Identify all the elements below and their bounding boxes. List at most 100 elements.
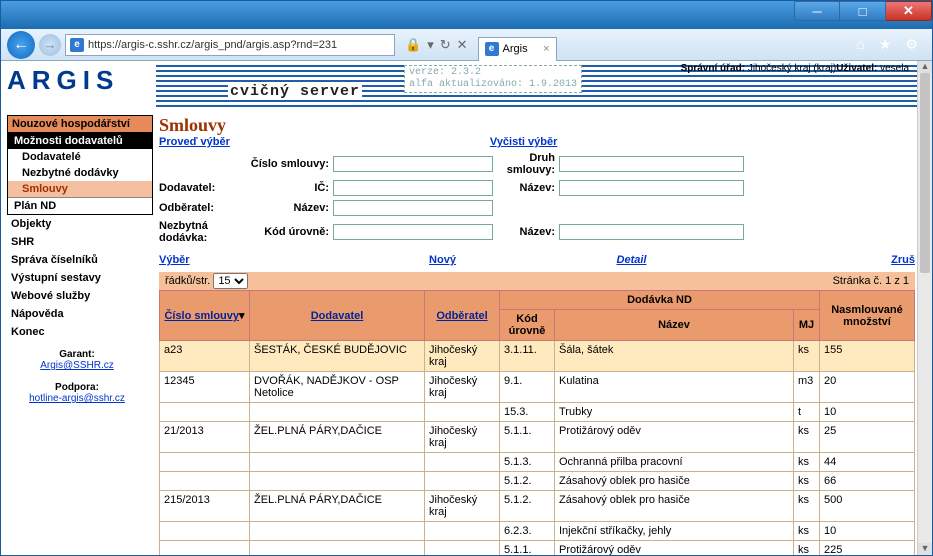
input-kod-urovne[interactable]	[333, 224, 493, 240]
th-cislo-smlouvy[interactable]: Číslo smlouvy	[164, 310, 239, 322]
input-druh-smlouvy[interactable]	[559, 156, 744, 172]
table-cell: 10	[820, 522, 915, 541]
input-dodavatel-ic[interactable]	[333, 180, 493, 196]
table-cell: Jihočeský kraj	[425, 372, 500, 403]
table-cell	[160, 453, 250, 472]
browser-tab[interactable]: e Argis ×	[478, 37, 557, 61]
address-bar[interactable]: e https://argis-c.sshr.cz/argis_pnd/argi…	[65, 34, 395, 56]
pager-bar: řádků/str. 15 Stránka č. 1 z 1	[159, 272, 915, 290]
th-dodavatel[interactable]: Dodavatel	[311, 310, 364, 322]
table-cell	[250, 522, 425, 541]
sidebar-nav: Nouzové hospodářství Možnosti dodavatelů…	[7, 115, 153, 215]
th-dodavka-nd: Dodávka ND	[500, 291, 820, 310]
link-vycisti-vyber[interactable]: Vyčisti výběr	[490, 136, 557, 148]
input-odberatel-nazev[interactable]	[333, 200, 493, 216]
sidebar-item-dodavatele[interactable]: Dodavatelé	[8, 149, 152, 165]
lock-icon: 🔒	[405, 37, 421, 53]
table-cell: Jihočeský kraj	[425, 341, 500, 372]
label-dodavatel: Dodavatel:	[159, 182, 239, 194]
home-icon[interactable]: ⌂	[856, 36, 864, 53]
table-cell	[425, 541, 500, 556]
sidebar-item-vystupni[interactable]: Výstupní sestavy	[7, 269, 153, 287]
table-cell: Zásahový oblek pro hasiče	[555, 472, 794, 491]
table-row[interactable]: 6.2.3.Injekční stříkačky, jehlyks10	[160, 522, 915, 541]
table-row[interactable]: 5.1.3.Ochranná přilba pracovníks44	[160, 453, 915, 472]
action-novy[interactable]: Nový	[348, 254, 537, 266]
window-minimize-button[interactable]: ─	[794, 1, 840, 21]
sidebar-item-napoveda[interactable]: Nápověda	[7, 305, 153, 323]
table-row[interactable]: 12345DVOŘÁK, NADĚJKOV - OSP NetoliceJiho…	[160, 372, 915, 403]
window-close-button[interactable]: ✕	[886, 1, 932, 21]
table-cell: Protižárový oděv	[555, 422, 794, 453]
scroll-thumb[interactable]	[920, 73, 930, 273]
scroll-up-arrow[interactable]: ▲	[918, 61, 932, 73]
th-odberatel[interactable]: Odběratel	[436, 310, 487, 322]
input-cislo-smlouvy[interactable]	[333, 156, 493, 172]
table-cell: m3	[794, 372, 820, 403]
sidebar-item-objekty[interactable]: Objekty	[7, 215, 153, 233]
window-maximize-button[interactable]: □	[840, 1, 886, 21]
table-cell: ks	[794, 453, 820, 472]
server-label: cvičný server	[228, 83, 362, 100]
sidebar-item-shr[interactable]: SHR	[7, 233, 153, 251]
table-row[interactable]: 21/2013ŽEL.PLNÁ PÁRY,DAČICEJihočeský kra…	[160, 422, 915, 453]
dropdown-icon[interactable]: ▾	[427, 37, 434, 53]
sidebar-group-moznosti[interactable]: Možnosti dodavatelů	[8, 133, 152, 149]
input-nezbytna-nazev[interactable]	[559, 224, 744, 240]
refresh-icon[interactable]: ↻	[440, 37, 451, 53]
label-odberatel-nazev: Název:	[239, 202, 333, 214]
scroll-down-arrow[interactable]: ▼	[918, 543, 932, 555]
table-cell: t	[794, 403, 820, 422]
table-cell	[160, 403, 250, 422]
table-row[interactable]: 215/2013ŽEL.PLNÁ PÁRY,DAČICEJihočeský kr…	[160, 491, 915, 522]
pager-label: řádků/str.	[165, 275, 210, 287]
table-row[interactable]: 5.1.2.Zásahový oblek pro hasičeks66	[160, 472, 915, 491]
vertical-scrollbar[interactable]: ▲ ▼	[917, 61, 932, 555]
back-button[interactable]: ←	[7, 31, 35, 59]
table-cell: Jihočeský kraj	[425, 422, 500, 453]
sidebar-item-sprava[interactable]: Správa číselníků	[7, 251, 153, 269]
action-zrus[interactable]: Zruš	[726, 254, 915, 266]
link-proved-vyber[interactable]: Proveď výběr	[159, 136, 230, 148]
table-row[interactable]: a23ŠESTÁK, ČESKÉ BUDĚJOVICJihočeský kraj…	[160, 341, 915, 372]
sidebar-item-webove[interactable]: Webové služby	[7, 287, 153, 305]
table-cell: ks	[794, 472, 820, 491]
table-cell: 12345	[160, 372, 250, 403]
stop-icon[interactable]: ✕	[457, 37, 468, 53]
sidebar-contacts: Garant: Argis@SSHR.cz Podpora: hotline-a…	[1, 341, 153, 412]
table-cell: Ochranná přilba pracovní	[555, 453, 794, 472]
page-title: Smlouvy	[159, 115, 915, 136]
sidebar-item-smlouvy[interactable]: Smlouvy	[8, 181, 152, 197]
table-cell: ks	[794, 541, 820, 556]
sidebar-item-plan-nd[interactable]: Plán ND	[8, 197, 152, 214]
label-nezbytna-nazev: Název:	[493, 226, 559, 238]
table-cell: ks	[794, 522, 820, 541]
pager-page-info: Stránka č. 1 z 1	[833, 275, 909, 287]
tools-icon[interactable]: ⚙	[905, 36, 918, 53]
garant-mail-link[interactable]: Argis@SSHR.cz	[40, 360, 114, 371]
sidebar-item-nezbytne[interactable]: Nezbytné dodávky	[8, 165, 152, 181]
table-cell: 44	[820, 453, 915, 472]
table-row[interactable]: 5.1.1.Protižárový oděvks225	[160, 541, 915, 556]
forward-button[interactable]: →	[39, 34, 61, 56]
action-detail[interactable]: Detail	[537, 254, 726, 266]
rows-per-page-select[interactable]: 15	[213, 273, 248, 289]
ie-icon: e	[485, 42, 499, 56]
table-cell: a23	[160, 341, 250, 372]
table-cell	[425, 522, 500, 541]
sidebar-item-konec[interactable]: Konec	[7, 323, 153, 341]
input-dodavatel-nazev[interactable]	[559, 180, 744, 196]
table-cell	[160, 522, 250, 541]
tab-close-icon[interactable]: ×	[543, 43, 549, 55]
url-text: https://argis-c.sshr.cz/argis_pnd/argis.…	[88, 39, 337, 51]
th-mnozstvi: Nasmlouvané množství	[820, 291, 915, 341]
label-dodavatel-nazev: Název:	[493, 182, 559, 194]
podpora-mail-link[interactable]: hotline-argis@sshr.cz	[29, 393, 125, 404]
table-cell: 215/2013	[160, 491, 250, 522]
table-row[interactable]: 15.3.Trubkyt10	[160, 403, 915, 422]
action-vyber[interactable]: Výběr	[159, 254, 348, 266]
favorites-icon[interactable]: ★	[879, 36, 892, 53]
sidebar-group-nouzove[interactable]: Nouzové hospodářství	[8, 116, 152, 133]
table-cell: ŽEL.PLNÁ PÁRY,DAČICE	[250, 422, 425, 453]
table-cell: 5.1.3.	[500, 453, 555, 472]
